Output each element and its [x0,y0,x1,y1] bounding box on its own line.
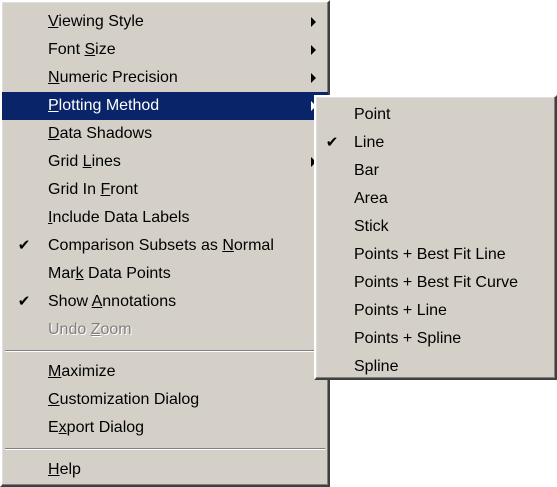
menu-item-label: Numeric Precision [48,69,178,86]
submenu-item-spline[interactable]: Spline [316,353,555,381]
menu-item-label: Plotting Method [48,97,160,114]
submenu-item-points-best-fit-curve[interactable]: Points + Best Fit Curve [316,269,555,297]
menu-separator [5,448,325,450]
submenu-item-label: Points + Spline [354,330,462,347]
submenu-item-label: Points + Line [354,302,447,319]
menu-item-label: Viewing Style [48,13,144,30]
menu-separator [5,350,325,352]
menu-item-comparison-subsets-as-normal[interactable]: ✔ Comparison Subsets as Normal [2,232,328,260]
check-icon: ✔ [17,293,31,310]
menu-item-export-dialog[interactable]: Export Dialog [2,414,328,442]
menu-item-label: Font Size [48,41,116,58]
submenu-item-label: Points + Best Fit Curve [354,274,519,291]
submenu-item-points-best-fit-line[interactable]: Points + Best Fit Line [316,241,555,269]
submenu-item-point[interactable]: Point [316,101,555,129]
menu-item-viewing-style[interactable]: Viewing Style [2,8,328,36]
menu-item-label: Help [48,461,81,478]
menu-item-show-annotations[interactable]: ✔ Show Annotations [2,288,328,316]
menu-item-mark-data-points[interactable]: Mark Data Points [2,260,328,288]
menu-item-customization-dialog[interactable]: Customization Dialog [2,386,328,414]
menu-item-maximize[interactable]: Maximize [2,358,328,386]
menu-item-label: Grid In Front [48,181,138,198]
menu-item-data-shadows[interactable]: Data Shadows [2,120,328,148]
submenu-item-bar[interactable]: Bar [316,157,555,185]
menu-item-label: Undo Zoom [48,321,132,338]
menu-item-label: Data Shadows [48,125,153,142]
check-icon: ✔ [17,237,31,254]
menu-item-label: Include Data Labels [48,209,190,226]
submenu-item-label: Bar [354,162,379,179]
submenu-item-label: Stick [354,218,389,235]
menu-item-plotting-method[interactable]: Plotting Method [2,92,328,120]
menu-item-label: Maximize [48,363,116,380]
submenu-item-label: Point [354,106,391,123]
check-icon: ✔ [325,134,339,151]
submenu-arrow-icon [311,45,316,55]
menu-item-label: Comparison Subsets as Normal [48,237,274,254]
menu-item-label: Customization Dialog [48,391,200,408]
menu-item-include-data-labels[interactable]: Include Data Labels [2,204,328,232]
menu-item-label: Grid Lines [48,153,121,170]
submenu-item-area[interactable]: Area [316,185,555,213]
menu-item-undo-zoom: Undo Zoom [2,316,328,344]
submenu-arrow-icon [311,17,316,27]
submenu-item-line[interactable]: ✔ Line [316,129,555,157]
submenu-item-points-line[interactable]: Points + Line [316,297,555,325]
submenu-item-label: Points + Best Fit Line [354,246,506,263]
menu-item-grid-in-front[interactable]: Grid In Front [2,176,328,204]
submenu-item-label: Spline [354,358,399,375]
menu-item-label: Export Dialog [48,419,145,436]
plotting-method-submenu: Point ✔ Line Bar Area Stick Points + Best Fit … [314,95,557,380]
menu-item-font-size[interactable]: Font Size [2,36,328,64]
submenu-item-label: Line [354,134,385,151]
context-menu: Viewing Style Font Size Numeric Precision P… [0,0,330,487]
menu-item-grid-lines[interactable]: Grid Lines [2,148,328,176]
submenu-item-stick[interactable]: Stick [316,213,555,241]
menu-item-label: Show Annotations [48,293,177,310]
menu-item-numeric-precision[interactable]: Numeric Precision [2,64,328,92]
submenu-arrow-icon [311,73,316,83]
menu-item-label: Mark Data Points [48,265,171,282]
submenu-item-label: Area [354,190,388,207]
menu-item-help[interactable]: Help [2,456,328,484]
submenu-item-points-spline[interactable]: Points + Spline [316,325,555,353]
